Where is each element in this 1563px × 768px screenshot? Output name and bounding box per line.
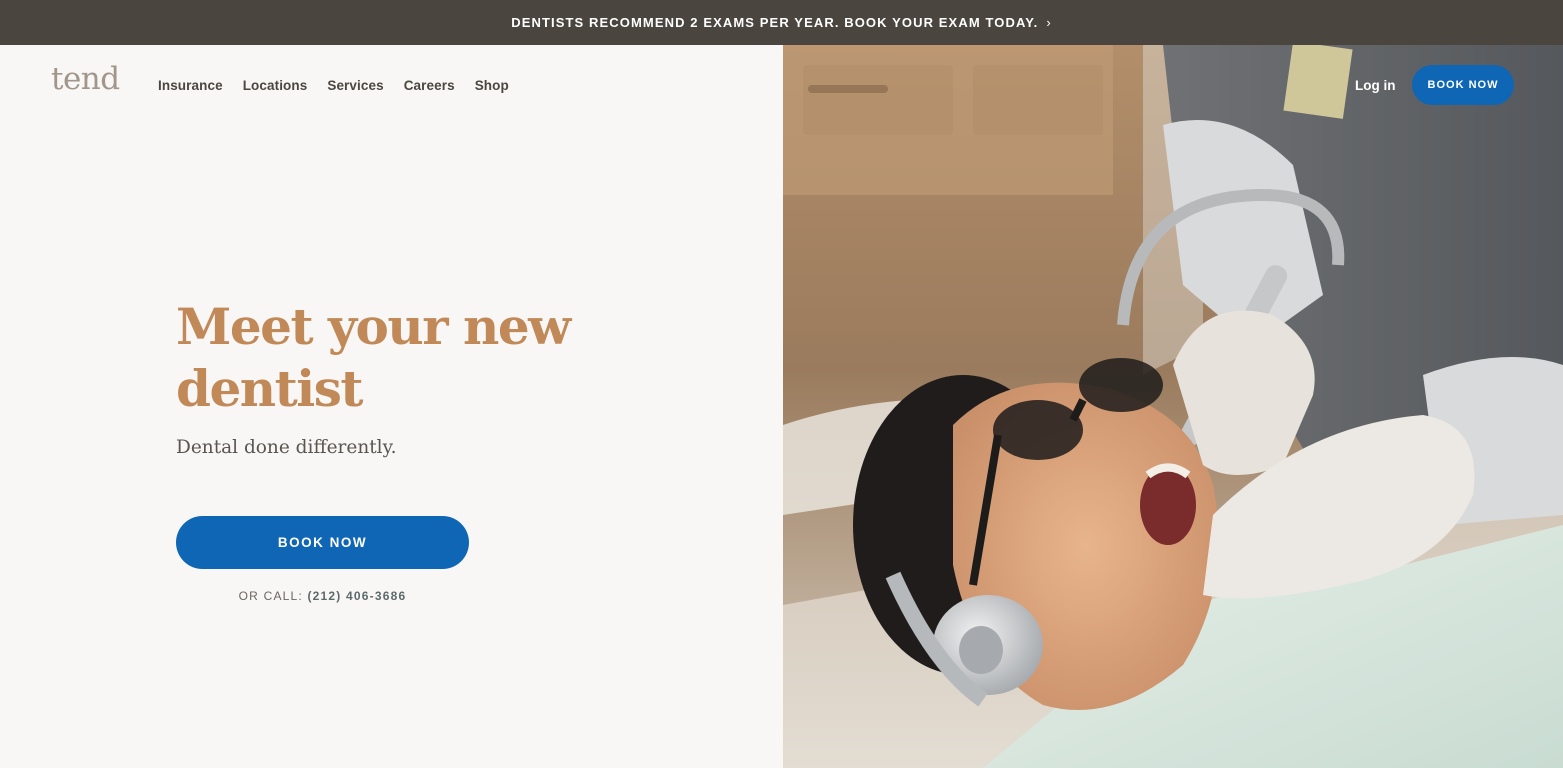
main-nav: Insurance Locations Services Careers Sho… (158, 78, 509, 93)
phone-link[interactable]: (212) 406-3686 (307, 589, 406, 603)
header-book-now-button[interactable]: BOOK NOW (1412, 65, 1514, 105)
chevron-right-icon: › (1046, 15, 1052, 30)
call-prefix: OR CALL: (238, 589, 303, 603)
promo-banner[interactable]: DENTISTS RECOMMEND 2 EXAMS PER YEAR. BOO… (0, 0, 1563, 45)
nav-insurance[interactable]: Insurance (158, 78, 223, 93)
nav-shop[interactable]: Shop (475, 78, 509, 93)
nav-careers[interactable]: Careers (404, 78, 455, 93)
hero-title: Meet your new dentist (176, 297, 571, 418)
hero-photo (783, 45, 1563, 768)
hero-book-now-button[interactable]: BOOK NOW (176, 516, 469, 569)
login-link[interactable]: Log in (1355, 78, 1396, 93)
nav-locations[interactable]: Locations (243, 78, 308, 93)
tend-logo[interactable]: tend (51, 64, 120, 95)
promo-text: DENTISTS RECOMMEND 2 EXAMS PER YEAR. BOO… (511, 15, 1039, 30)
call-line: OR CALL: (212) 406-3686 (176, 589, 469, 603)
hero-subtitle: Dental done differently. (176, 437, 397, 458)
nav-services[interactable]: Services (327, 78, 383, 93)
